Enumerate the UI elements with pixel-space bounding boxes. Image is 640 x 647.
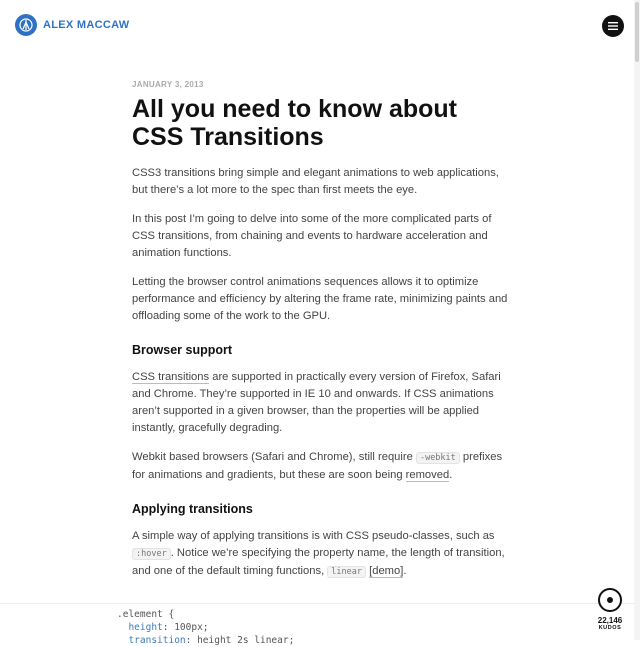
text-span: .	[449, 469, 453, 481]
blog-logo-icon	[15, 14, 37, 36]
code-block: .element { height: 100px; transition: he…	[0, 603, 634, 646]
article: JANUARY 3, 2013 All you need to know abo…	[132, 80, 512, 593]
kudos-widget[interactable]: 22,146 KUDOS	[598, 588, 622, 631]
intro-paragraph: CSS3 transitions bring simple and elegan…	[132, 167, 499, 196]
removed-link[interactable]: removed	[405, 469, 450, 482]
section-heading-browser-support: Browser support	[132, 343, 233, 357]
code-property: transition	[117, 635, 186, 646]
kudos-count: 22,146	[597, 616, 623, 625]
code-property: height	[117, 622, 163, 633]
text-span: .	[403, 565, 407, 577]
scrollbar-thumb[interactable]	[635, 2, 639, 62]
inline-code-hover: :hover	[132, 548, 171, 560]
css-transitions-link[interactable]: CSS transitions	[132, 371, 210, 384]
top-bar: ALEX MACCAW	[0, 0, 640, 52]
text-span: . Notice we’re specifying the property n…	[132, 547, 505, 577]
code-value: : 100px;	[162, 622, 209, 633]
kudos-label: KUDOS	[598, 625, 622, 631]
menu-button[interactable]	[602, 15, 624, 37]
site-logo-link[interactable]: ALEX MACCAW	[15, 14, 129, 36]
inline-code-webkit: -webkit	[415, 452, 460, 464]
code-value: : height 2s linear;	[185, 635, 295, 646]
demo-link[interactable]: [demo]	[369, 565, 404, 578]
hamburger-menu-icon	[608, 22, 618, 30]
webkit-paragraph: Webkit based browsers (Safari and Chrome…	[132, 449, 512, 484]
kudos-dot	[607, 597, 613, 603]
applying-paragraph: A simple way of applying transitions is …	[132, 528, 512, 581]
code-line: .element {	[117, 609, 175, 620]
browser-support-paragraph: CSS transitions are supported in practic…	[132, 369, 512, 437]
paragraph: In this post I’m going to delve into som…	[132, 213, 492, 259]
paragraph: Letting the browser control animations s…	[132, 276, 508, 322]
article-date: JANUARY 3, 2013	[132, 80, 204, 89]
site-name: ALEX MACCAW	[43, 19, 130, 31]
text-span: Webkit based browsers (Safari and Chrome…	[132, 451, 416, 463]
text-span: A simple way of applying transitions is …	[132, 530, 495, 542]
code-content: .element { height: 100px; transition: he…	[117, 608, 294, 647]
section-heading-applying-transitions: Applying transitions	[132, 502, 253, 516]
inline-code-linear: linear	[327, 566, 367, 578]
scrollbar[interactable]	[634, 0, 640, 640]
article-title: All you need to know about CSS Transitio…	[132, 95, 457, 151]
kudos-circle-icon[interactable]	[598, 588, 622, 612]
